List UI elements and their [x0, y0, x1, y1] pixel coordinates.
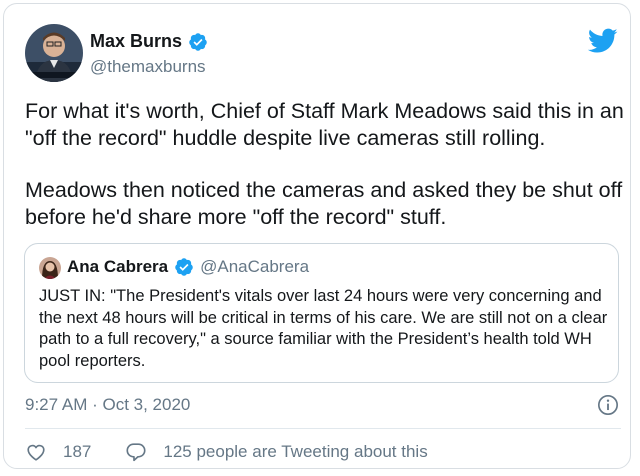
tweet-paragraph: Meadows then noticed the cameras and ask… [25, 178, 623, 229]
twitter-bird-icon[interactable] [588, 28, 618, 54]
tweet-card: Max Burns @themaxburns For what it's wor… [3, 3, 631, 469]
speech-bubble-icon [126, 443, 146, 462]
quoted-author-row[interactable]: Ana Cabrera @AnaCabrera [67, 257, 309, 277]
tweet-timestamp[interactable]: 9:27 AM · Oct 3, 2020 [25, 395, 190, 415]
author-name[interactable]: Max Burns [90, 31, 182, 52]
conversation-label: 125 people are Tweeting about this [163, 442, 428, 461]
divider [25, 428, 621, 429]
conversation-button[interactable]: 125 people are Tweeting about this [125, 441, 428, 463]
author-name-row[interactable]: Max Burns [90, 31, 208, 52]
tweet-paragraph: For what it's worth, Chief of Staff Mark… [25, 99, 624, 150]
like-button[interactable]: 187 [25, 441, 91, 463]
quoted-tweet[interactable]: Ana Cabrera @AnaCabrera JUST IN: "The Pr… [24, 243, 619, 383]
tweet-actions: 187 125 people are Tweeting about this [25, 441, 428, 463]
like-count: 187 [63, 442, 92, 461]
quoted-author-avatar[interactable] [39, 257, 61, 279]
verified-badge-icon [189, 32, 207, 51]
heart-icon [27, 444, 45, 461]
quoted-tweet-text: JUST IN: "The President's vitals over la… [39, 287, 608, 370]
author-handle[interactable]: @themaxburns [90, 57, 206, 77]
info-icon[interactable] [597, 394, 619, 416]
quoted-author-name[interactable]: Ana Cabrera [67, 257, 168, 277]
tweet-text: For what it's worth, Chief of Staff Mark… [25, 98, 625, 231]
verified-badge-icon [175, 258, 193, 276]
quoted-author-handle[interactable]: @AnaCabrera [200, 257, 309, 277]
author-avatar[interactable] [25, 24, 83, 82]
